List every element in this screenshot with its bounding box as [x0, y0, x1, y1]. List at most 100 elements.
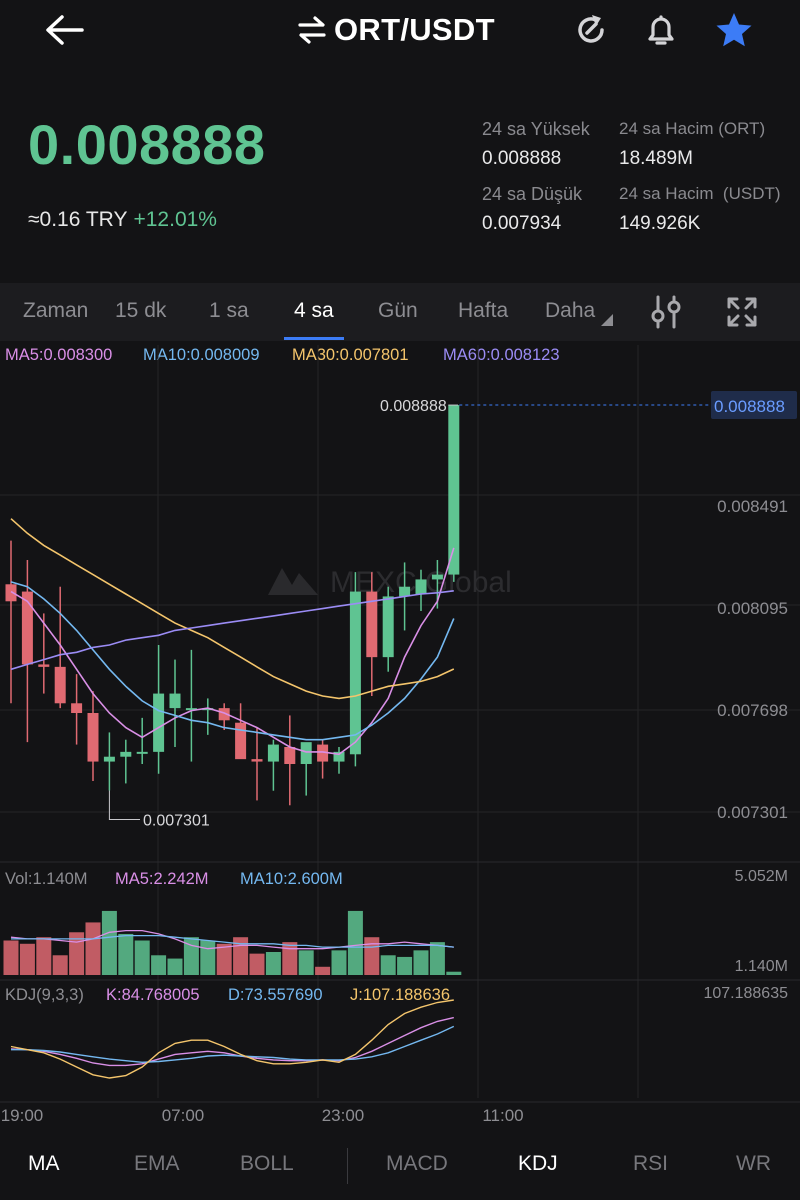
candlestick-chart[interactable]: MEXC Global 0.008888 0.008888 0.007301 0.0…	[0, 340, 800, 1136]
time-tick-label: 11:00	[482, 1106, 523, 1125]
low-marker-line	[108, 790, 140, 820]
volume-ma5-legend: MA5:2.242M	[115, 870, 209, 888]
tab-ema[interactable]: EMA	[134, 1152, 180, 1176]
bell-icon[interactable]	[641, 10, 681, 50]
fiat-equivalent-row: ≈0.16 TRY +12.01%	[28, 208, 217, 232]
mexc-logo-icon	[268, 568, 318, 595]
volume-bar	[167, 958, 183, 975]
price-tick-label: 0.008491	[717, 497, 788, 516]
tab-kdj[interactable]: KDJ	[518, 1152, 558, 1176]
candle-body	[235, 722, 247, 760]
volume-ma10-legend: MA10:2.600M	[240, 870, 343, 888]
price-tick-label: 0.007698	[717, 701, 788, 720]
volume-max-label: 5.052M	[735, 868, 788, 885]
kdj-max-label: 107.188635	[703, 985, 788, 1002]
candle-body	[415, 579, 427, 594]
candle-body	[251, 759, 263, 762]
tab-15m[interactable]: 15 dk	[115, 299, 166, 323]
tab-day[interactable]: Gün	[378, 299, 418, 323]
volume-bar	[331, 950, 347, 975]
volume-bar	[36, 937, 52, 975]
candle-body	[153, 693, 165, 752]
candle-body	[300, 742, 312, 764]
kdj-k-legend: K:84.768005	[106, 986, 200, 1004]
star-icon[interactable]	[714, 10, 754, 50]
candle-body	[267, 744, 279, 762]
indicator-tabs: MA EMA BOLL MACD KDJ RSI WR	[0, 1136, 800, 1200]
candle-body	[382, 596, 394, 658]
volume-bar	[298, 950, 314, 975]
last-price-tag: 0.008888	[714, 397, 785, 416]
candle-body	[71, 703, 83, 713]
volume-bar	[151, 955, 167, 975]
tab-ma[interactable]: MA	[28, 1152, 60, 1176]
volume-last-label: 1.140M	[735, 958, 788, 975]
swap-arrows-icon	[298, 16, 326, 44]
candle-body	[54, 666, 66, 704]
candle-body	[103, 756, 115, 762]
candle-body	[169, 693, 181, 709]
tab-rsi[interactable]: RSI	[633, 1152, 668, 1176]
pair-title-group[interactable]: ORT/USDT	[296, 10, 495, 50]
tab-more[interactable]: Daha	[545, 299, 595, 323]
indicator-divider	[347, 1148, 348, 1184]
volume-panel	[3, 910, 462, 975]
price-tick-label: 0.008095	[717, 599, 788, 618]
time-tick-label: 07:00	[162, 1106, 205, 1125]
volume-bar	[19, 943, 35, 975]
candle-body	[120, 751, 132, 757]
tab-macd[interactable]: MACD	[386, 1152, 448, 1176]
volume-bar	[200, 940, 216, 975]
volume-bar	[315, 966, 331, 975]
tab-week[interactable]: Hafta	[458, 299, 508, 323]
tab-wr[interactable]: WR	[736, 1152, 771, 1176]
low-24h-value: 0.007934	[482, 213, 562, 234]
kdj-j-legend: J:107.188636	[350, 986, 451, 1004]
candle-body	[38, 664, 50, 667]
kdj-d-legend: D:73.557690	[228, 986, 323, 1004]
kdj-panel	[10, 999, 455, 1079]
volume-bar	[249, 953, 265, 975]
high-24h-value: 0.008888	[482, 148, 562, 169]
tab-4h[interactable]: 4 sa	[294, 299, 334, 323]
last-price: 0.008888	[28, 113, 266, 176]
candle-body	[87, 713, 99, 762]
indicator-settings-icon[interactable]	[648, 295, 684, 329]
volume-bar	[380, 955, 396, 975]
volume-bar	[282, 942, 298, 975]
watermark-group: MEXC Global	[268, 566, 512, 599]
arrow-left-icon[interactable]	[42, 12, 86, 48]
candle-body	[431, 574, 443, 580]
volume-bar	[52, 955, 68, 975]
tab-boll[interactable]: BOLL	[240, 1152, 294, 1176]
time-tick-label: 23:00	[322, 1106, 365, 1125]
time-tick-label: 19:00	[1, 1106, 44, 1125]
volume-bar	[347, 910, 363, 975]
volume-bar	[429, 942, 445, 975]
refresh-icon[interactable]	[571, 10, 611, 50]
volume-bar	[364, 937, 380, 975]
price-change-percent: +12.01%	[133, 208, 217, 231]
volume-bar	[85, 922, 101, 975]
volume-bar	[397, 956, 413, 975]
candle-body	[136, 751, 148, 754]
tab-1h[interactable]: 1 sa	[209, 299, 249, 323]
low-24h-label: 24 sa Düşük	[482, 184, 583, 204]
pair-title: ORT/USDT	[334, 12, 495, 47]
volume-legend: Vol:1.140M	[5, 870, 88, 888]
candle-body	[349, 591, 361, 755]
dropdown-corner-icon	[601, 314, 613, 326]
candle-body	[399, 586, 411, 597]
high-24h-label: 24 sa Yüksek	[482, 119, 590, 139]
candle-body	[284, 747, 296, 764]
volume-bar	[134, 940, 150, 975]
price-tick-label: 0.007301	[717, 803, 788, 822]
top-app-bar: ORT/USDT	[0, 0, 800, 70]
low-marker-label: 0.007301	[143, 812, 210, 829]
candle-body	[5, 584, 17, 602]
fullscreen-expand-icon[interactable]	[726, 296, 758, 328]
timeframe-tabs: Zaman 15 dk 1 sa 4 sa Gün Hafta Daha	[0, 283, 800, 341]
volume-bar	[216, 943, 232, 975]
tab-zaman[interactable]: Zaman	[23, 299, 88, 323]
kdj-j-line	[10, 999, 454, 1079]
